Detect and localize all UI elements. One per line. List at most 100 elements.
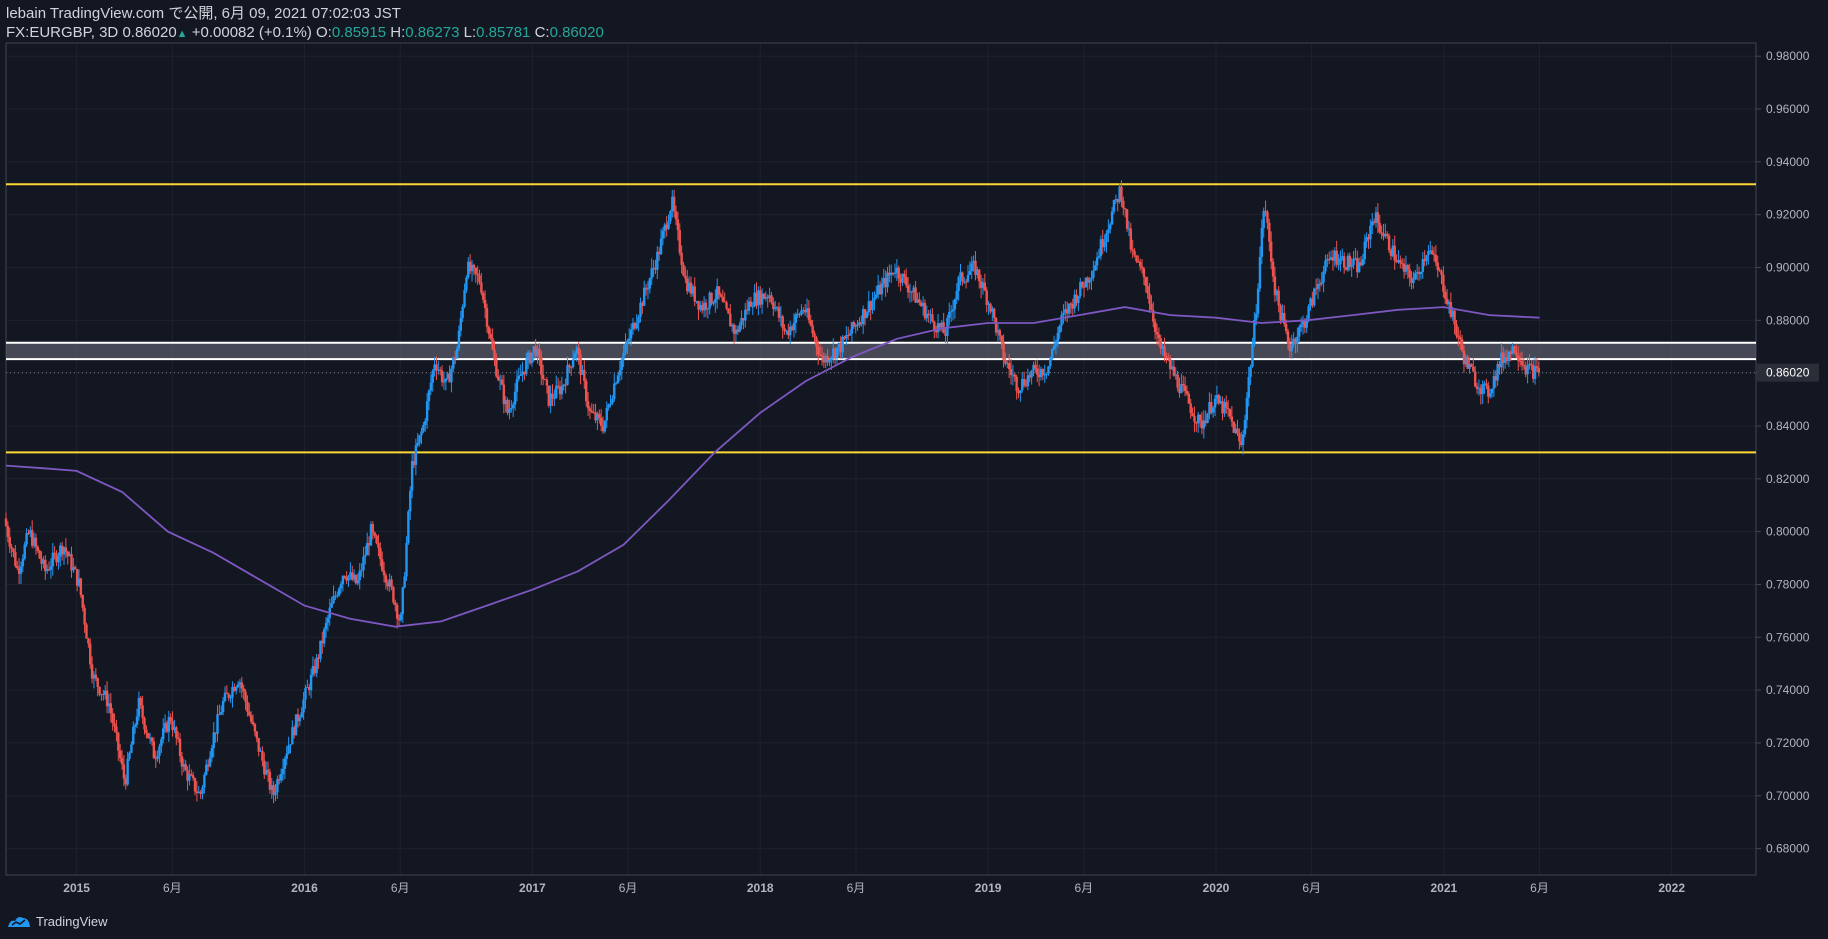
candle-up: [158, 746, 161, 756]
candle-up: [235, 686, 238, 691]
candle-up: [646, 288, 650, 290]
candle-up: [1058, 325, 1061, 333]
brand-footer[interactable]: TradingView: [6, 913, 108, 929]
candle-down: [1225, 402, 1228, 408]
candle-down: [497, 376, 500, 380]
candle-down: [693, 286, 696, 302]
candle-up: [1419, 271, 1423, 275]
candle-down: [1376, 212, 1380, 223]
candle-down: [143, 718, 146, 730]
candle-up: [1060, 315, 1063, 326]
candle-up: [1414, 273, 1417, 280]
candle-up: [714, 299, 717, 303]
candle-up: [893, 272, 897, 274]
candle-down: [1155, 332, 1159, 335]
candle-down: [81, 594, 84, 608]
candle-down: [710, 292, 713, 304]
candle-up: [221, 700, 225, 713]
candle-down: [266, 769, 270, 772]
candle-up: [160, 739, 163, 747]
candle-up: [223, 692, 227, 701]
x-tick-label: 2021: [1430, 881, 1457, 895]
candle-up: [603, 420, 607, 432]
candle-down: [251, 721, 255, 724]
candle-down: [38, 550, 41, 559]
candle-up: [337, 588, 341, 596]
candle-down: [1022, 379, 1026, 386]
candle-up: [274, 792, 277, 795]
high-label: H:: [390, 24, 406, 41]
candle-up: [614, 383, 618, 385]
candle-down: [141, 705, 144, 719]
candle-down: [545, 379, 549, 386]
candle-down: [983, 282, 987, 291]
candle-up: [1352, 258, 1355, 265]
candle-up: [1425, 255, 1428, 262]
candle-down: [1238, 433, 1241, 442]
publish-info: lebain TradingView.com で公開, 6月 09, 2021 …: [6, 5, 401, 22]
candle-up: [220, 712, 223, 715]
candle-up: [1103, 242, 1106, 248]
candle-down: [1120, 186, 1123, 201]
candle-down: [598, 413, 601, 418]
candle-up: [289, 744, 292, 746]
candle-down: [109, 703, 113, 714]
candle-down: [568, 365, 571, 367]
candle-down: [227, 693, 230, 698]
candle-down: [1228, 409, 1232, 417]
candle-down: [918, 299, 921, 303]
candle-down: [244, 691, 247, 702]
close-value: 0.86020: [549, 24, 604, 41]
candle-down: [1122, 200, 1125, 209]
candle-up: [1090, 277, 1093, 280]
candle-up: [403, 576, 406, 588]
y-tick-label: 0.92000: [1766, 208, 1810, 222]
candle-up: [461, 306, 464, 319]
candle-down: [1013, 374, 1016, 377]
candle-up: [566, 365, 569, 385]
candle-up: [616, 375, 620, 384]
candle-up: [1047, 366, 1050, 374]
candle-down: [74, 567, 77, 570]
candle-down: [1269, 241, 1273, 262]
candle-down: [115, 726, 118, 733]
candle-up: [957, 277, 960, 291]
candle-down: [1442, 274, 1445, 292]
candle-down: [94, 674, 98, 679]
symbol-name[interactable]: FX:EURGBP, 3D: [6, 24, 118, 41]
candle-down: [1380, 232, 1383, 234]
price-change: +0.00082 (+0.1%): [191, 24, 312, 41]
candle-down: [682, 264, 685, 276]
candle-up: [828, 360, 831, 363]
candle-down: [1167, 357, 1170, 359]
candle-down: [482, 292, 485, 300]
candle-down: [113, 723, 116, 727]
candle-up: [135, 716, 139, 725]
candle-up: [1298, 327, 1301, 337]
candle-up: [1241, 434, 1245, 445]
candle-up: [401, 587, 404, 615]
candle-up: [49, 566, 53, 570]
candle-up: [302, 699, 305, 713]
candle-down: [373, 532, 376, 536]
candle-down: [1386, 233, 1389, 236]
candle-up: [1320, 282, 1323, 284]
candle-down: [380, 559, 384, 571]
candle-up: [517, 375, 521, 380]
candle-down: [723, 301, 726, 303]
chart-legend: lebain TradingView.com で公開, 6月 09, 2021 …: [6, 4, 1568, 44]
candle-down: [577, 347, 580, 355]
candle-up: [1067, 303, 1071, 314]
y-tick-label: 0.70000: [1766, 789, 1810, 803]
candle-down: [379, 547, 382, 560]
candle-down: [684, 275, 687, 279]
price-chart[interactable]: 0.98000 0.96000 0.94000 0.92000 0.90000 0.880…: [0, 0, 1828, 939]
candle-down: [8, 536, 11, 547]
candle-up: [1251, 344, 1254, 367]
x-tick-label: 6月: [1074, 881, 1093, 895]
candle-up: [1095, 257, 1099, 266]
candle-down: [676, 219, 680, 231]
candle-down: [583, 369, 586, 381]
candle-up: [347, 575, 350, 581]
candle-down: [1125, 209, 1129, 229]
